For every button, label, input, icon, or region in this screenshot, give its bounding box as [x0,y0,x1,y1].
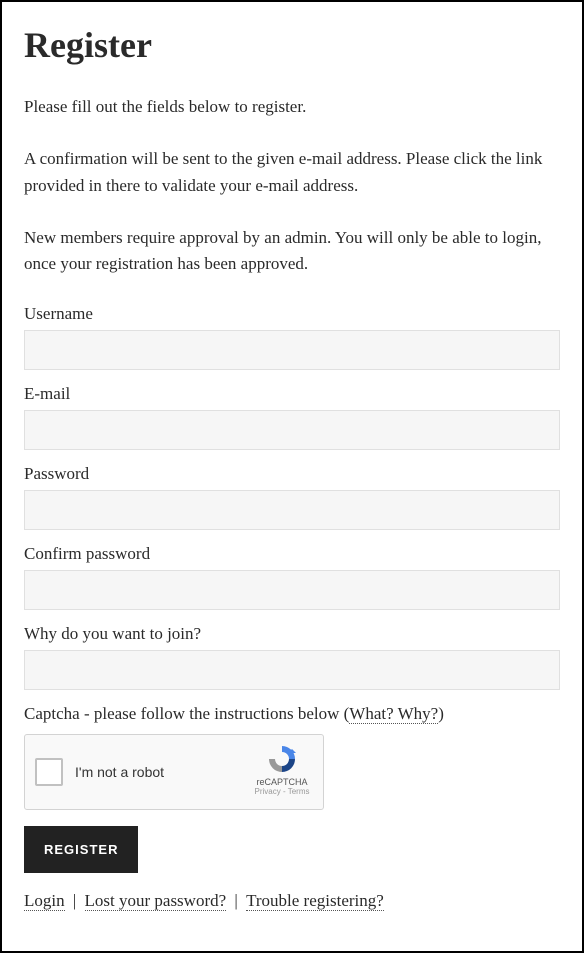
recaptcha-icon [266,743,298,775]
recaptcha-text: I'm not a robot [75,764,164,780]
label-confirm-password: Confirm password [24,544,560,564]
recaptcha-brand: reCAPTCHA [251,777,313,787]
input-username[interactable] [24,330,560,370]
login-link[interactable]: Login [24,891,65,911]
label-email: E-mail [24,384,560,404]
intro-text: Please fill out the fields below to regi… [24,94,560,278]
intro-p1: Please fill out the fields below to regi… [24,94,560,120]
captcha-label: Captcha - please follow the instructions… [24,704,560,724]
label-why-join: Why do you want to join? [24,624,560,644]
intro-p3: New members require approval by an admin… [24,225,560,278]
captcha-help-link[interactable]: What? Why? [349,704,438,724]
input-email[interactable] [24,410,560,450]
field-why-join: Why do you want to join? [24,624,560,690]
field-username: Username [24,304,560,370]
recaptcha-widget: I'm not a robot reCAPTCHA Privacy - Term… [24,734,324,810]
page-title: Register [24,24,560,66]
footer-links: Login | Lost your password? | Trouble re… [24,891,560,911]
captcha-label-suffix: ) [438,704,444,723]
input-confirm-password[interactable] [24,570,560,610]
register-page: Register Please fill out the fields belo… [0,0,584,953]
recaptcha-terms[interactable]: Privacy - Terms [251,787,313,796]
input-why-join[interactable] [24,650,560,690]
separator: | [230,891,242,910]
field-email: E-mail [24,384,560,450]
field-password: Password [24,464,560,530]
register-button[interactable]: REGISTER [24,826,138,873]
label-password: Password [24,464,560,484]
label-username: Username [24,304,560,324]
recaptcha-checkbox[interactable] [35,758,63,786]
recaptcha-logo: reCAPTCHA Privacy - Terms [251,743,313,796]
field-confirm-password: Confirm password [24,544,560,610]
input-password[interactable] [24,490,560,530]
intro-p2: A confirmation will be sent to the given… [24,146,560,199]
captcha-label-prefix: Captcha - please follow the instructions… [24,704,349,723]
separator: | [69,891,81,910]
lost-password-link[interactable]: Lost your password? [85,891,227,911]
trouble-registering-link[interactable]: Trouble registering? [246,891,384,911]
